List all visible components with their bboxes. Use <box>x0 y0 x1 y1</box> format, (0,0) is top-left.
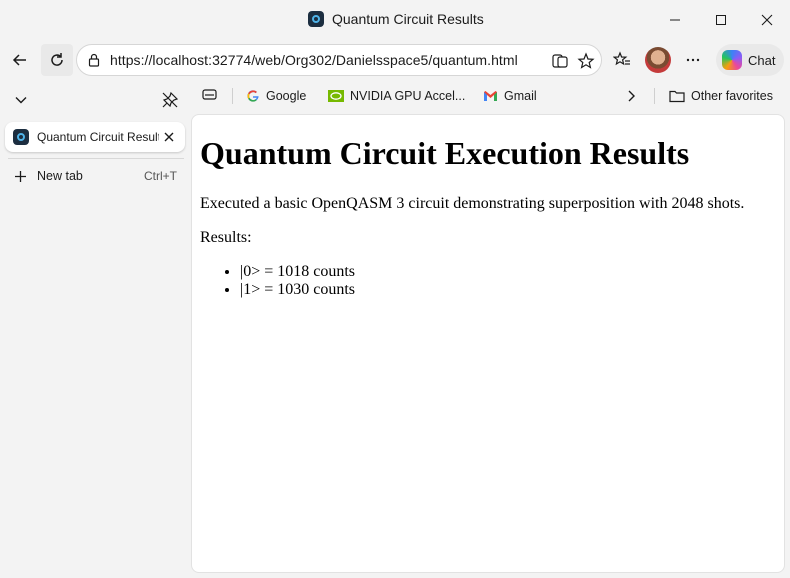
read-aloud-icon[interactable] <box>551 52 569 70</box>
bookmark-nvidia-label: NVIDIA GPU Accel... <box>350 89 466 103</box>
folder-icon <box>669 90 685 103</box>
unpin-icon <box>162 91 179 108</box>
tab-actions-icon[interactable] <box>202 88 218 102</box>
bookmark-google-label: Google <box>266 89 307 103</box>
unpin-sidebar-button[interactable] <box>154 84 186 116</box>
page-content: Quantum Circuit Execution Results Execut… <box>191 114 785 573</box>
tab-title: Quantum Circuit Results <box>37 130 159 144</box>
maximize-icon <box>716 15 726 25</box>
other-favorites-folder[interactable]: Other favorites <box>669 86 773 106</box>
gmail-icon <box>484 91 497 101</box>
bookmark-google[interactable]: Google <box>246 86 306 106</box>
window-title-group: Quantum Circuit Results <box>308 11 484 27</box>
close-tab-icon[interactable] <box>163 131 175 143</box>
favorites-bar: Google NVIDIA GPU Accel... Gmail Other f… <box>190 82 790 110</box>
vertical-tabs-sidebar: Quantum Circuit Results New tab Ctrl+T <box>0 80 190 578</box>
bookmark-nvidia[interactable]: NVIDIA GPU Accel... <box>328 86 465 106</box>
new-tab-shortcut: Ctrl+T <box>144 169 177 183</box>
close-icon <box>761 14 773 26</box>
refresh-icon <box>51 53 63 66</box>
chevron-down-icon <box>15 97 27 104</box>
more-options-button[interactable] <box>677 44 709 76</box>
refresh-button[interactable] <box>41 44 73 76</box>
list-item: |0> = 1018 counts <box>240 263 355 281</box>
close-window-button[interactable] <box>744 0 790 40</box>
results-list: |0> = 1018 counts |1> = 1030 counts <box>240 263 355 299</box>
copilot-chat-button[interactable]: Chat <box>716 44 784 76</box>
favorite-star-icon[interactable] <box>577 52 595 70</box>
title-bar: Quantum Circuit Results <box>0 0 790 40</box>
page-title: Quantum Circuit Execution Results <box>200 135 690 171</box>
maximize-button[interactable] <box>698 0 744 40</box>
nvidia-icon <box>328 90 344 102</box>
browser-toolbar: https://localhost:32774/web/Org302/Danie… <box>0 40 790 80</box>
minimize-icon <box>670 19 680 21</box>
bookmark-separator <box>232 88 233 104</box>
window-title: Quantum Circuit Results <box>332 11 484 27</box>
page-description: Executed a basic OpenQASM 3 circuit demo… <box>200 195 745 212</box>
new-tab-button[interactable]: New tab Ctrl+T <box>12 167 182 187</box>
url-text[interactable]: https://localhost:32774/web/Org302/Danie… <box>110 52 518 68</box>
other-favorites-label: Other favorites <box>691 89 773 103</box>
bookmark-gmail-label: Gmail <box>504 89 537 103</box>
ellipsis-icon <box>686 58 700 62</box>
lock-icon[interactable] <box>87 53 101 67</box>
bookmark-gmail[interactable]: Gmail <box>483 86 537 106</box>
bookmark-separator <box>654 88 655 104</box>
profile-avatar[interactable] <box>645 47 671 73</box>
favorites-button[interactable] <box>606 44 638 76</box>
back-button[interactable] <box>4 44 36 76</box>
favorites-list-icon <box>613 51 630 66</box>
site-favicon-icon <box>308 11 324 27</box>
plus-icon <box>15 171 26 182</box>
tab-favicon-icon <box>13 129 29 145</box>
minimize-button[interactable] <box>652 0 698 40</box>
tab-quantum-circuit-results[interactable]: Quantum Circuit Results <box>5 122 185 152</box>
copilot-icon <box>722 50 742 70</box>
tab-divider <box>8 158 184 159</box>
google-icon <box>247 90 259 102</box>
chevron-right-icon[interactable] <box>626 89 636 103</box>
collapse-tabs-button[interactable] <box>5 84 37 116</box>
chat-label: Chat <box>748 52 776 68</box>
address-bar[interactable]: https://localhost:32774/web/Org302/Danie… <box>76 44 602 76</box>
list-item: |1> = 1030 counts <box>240 281 355 299</box>
new-tab-label: New tab <box>37 169 83 183</box>
back-arrow-icon <box>12 54 26 66</box>
results-label: Results: <box>200 229 252 246</box>
